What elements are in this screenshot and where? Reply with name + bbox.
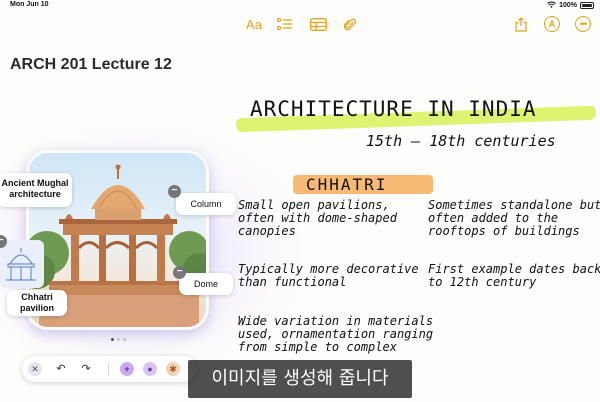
page-indicator[interactable] — [111, 338, 126, 341]
status-bar: Mon Jun 10 100% — [0, 0, 600, 12]
format-button[interactable]: Aa — [243, 15, 265, 33]
page-dot — [123, 338, 126, 341]
concept-label-chhatri[interactable]: Chhatri pavilion — [7, 290, 67, 316]
note-title[interactable]: ARCH 201 Lecture 12 — [10, 56, 172, 74]
more-icon[interactable]: ••• — [575, 16, 591, 32]
sketch-reference-thumbnail[interactable] — [0, 240, 44, 288]
person-icon[interactable]: ● — [143, 362, 157, 376]
page-dot — [117, 338, 120, 341]
playground-bottom-bar: ✕ ↶ ↷ + ● ✱ — [22, 356, 197, 382]
concept-label-mughal[interactable]: Ancient Mughal architecture — [0, 173, 72, 207]
status-indicators: 100% — [547, 1, 594, 10]
add-icon[interactable]: + — [120, 362, 134, 376]
bullet-right-1: Sometimes standalone but often added to … — [428, 198, 600, 238]
redo-icon[interactable]: ↷ — [79, 362, 93, 376]
battery-icon — [580, 2, 594, 9]
undo-icon[interactable]: ↶ — [54, 362, 68, 376]
remove-column-icon[interactable]: − — [168, 185, 181, 198]
paperclip-icon[interactable] — [343, 15, 357, 33]
share-icon[interactable] — [514, 15, 528, 33]
page-dot-active — [111, 338, 114, 341]
checklist-icon[interactable] — [277, 15, 293, 33]
handwritten-subheading: CHHATRI — [306, 175, 388, 194]
handwritten-centuries: 15th – 18th centuries — [366, 132, 556, 150]
concept-label-column[interactable]: Column — [176, 193, 236, 215]
style-icon[interactable]: ✱ — [166, 362, 180, 376]
markup-icon[interactable]: A — [544, 16, 560, 32]
handwritten-heading: ARCHITECTURE IN INDIA — [250, 97, 537, 121]
bullet-left-1: Small open pavilions, often with dome-sh… — [238, 198, 397, 238]
bullet-left-3: Wide variation in materials used, orname… — [238, 314, 434, 354]
caption-toast: 이미지를 생성해 줍니다 — [188, 360, 412, 398]
status-time: Mon Jun 10 — [10, 1, 49, 8]
table-icon[interactable] — [309, 15, 327, 33]
bullet-right-2: First example dates back to 12th century — [428, 262, 600, 289]
concept-label-dome[interactable]: Dome — [179, 273, 233, 295]
remove-dome-icon[interactable]: − — [173, 266, 186, 279]
toolbar-divider — [108, 362, 109, 376]
wifi-icon — [547, 1, 556, 10]
battery-percent: 100% — [559, 2, 577, 9]
bullet-left-2: Typically more decorative than functiona… — [238, 262, 419, 289]
close-icon[interactable]: ✕ — [28, 362, 42, 376]
